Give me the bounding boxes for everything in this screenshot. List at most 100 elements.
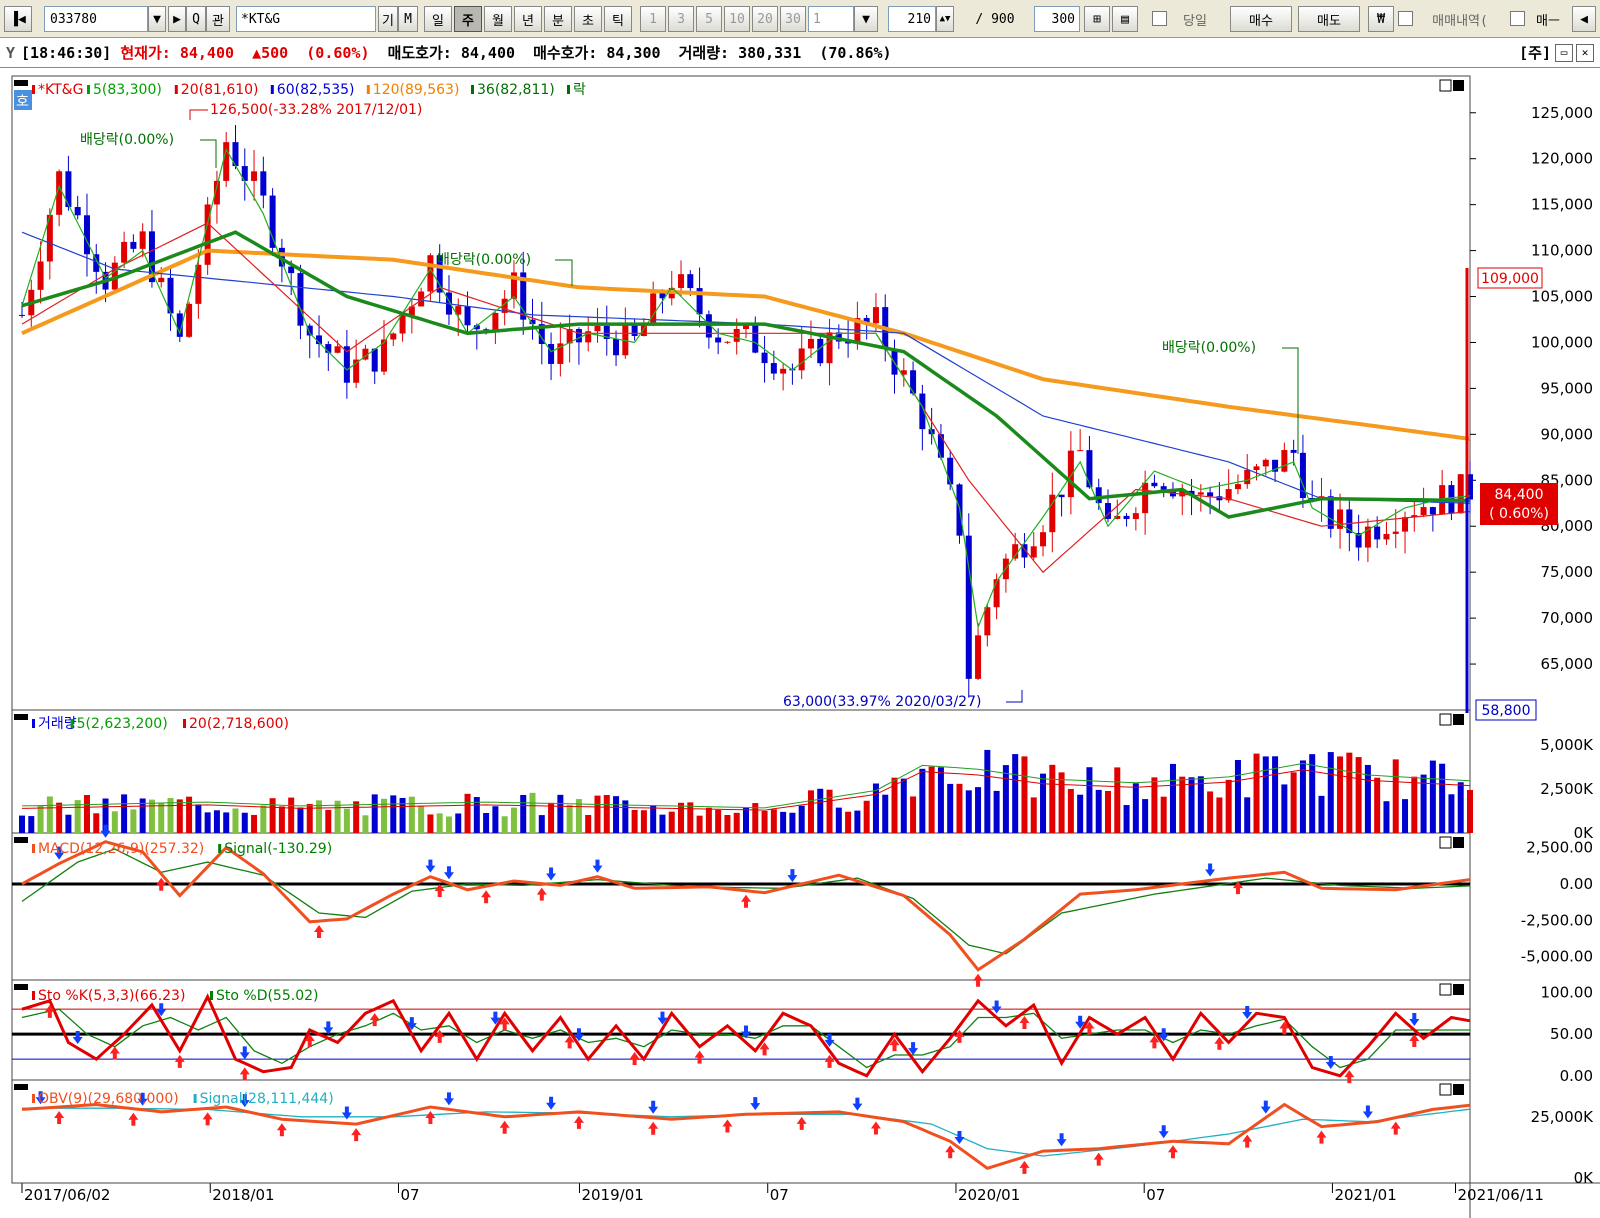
maebu-checkbox[interactable] xyxy=(1510,11,1525,26)
sell-button[interactable]: 매도 xyxy=(1298,6,1360,32)
obv-maximize-icon[interactable] xyxy=(1439,1083,1452,1096)
volume-bar xyxy=(1457,782,1464,833)
count-input[interactable]: 210 xyxy=(888,6,936,32)
volume-bar xyxy=(854,810,861,833)
period-year[interactable]: 년 xyxy=(514,6,542,32)
price-maximize-icon[interactable] xyxy=(1439,79,1452,92)
obv-close-icon[interactable] xyxy=(1453,1084,1464,1095)
period-week[interactable]: 주 xyxy=(454,6,482,32)
volume-bar xyxy=(148,799,155,833)
search-button[interactable]: Q xyxy=(186,6,206,32)
interval-5[interactable]: 5 xyxy=(696,6,722,32)
volume-bar xyxy=(1327,752,1334,833)
volume-bar xyxy=(705,807,712,833)
macd-maximize-icon[interactable] xyxy=(1439,836,1452,849)
macd-pane-handle-icon[interactable] xyxy=(14,837,28,843)
unit-label: [주] xyxy=(1519,44,1551,62)
stock-code-input[interactable]: 033780 xyxy=(44,6,148,32)
pin-icon[interactable]: Y xyxy=(6,44,15,62)
today-checkbox[interactable] xyxy=(1152,11,1167,26)
candle-body xyxy=(743,325,749,329)
candle-body xyxy=(260,171,267,196)
volume-bar xyxy=(798,805,805,833)
quote-time: [18:46:30] xyxy=(21,43,112,62)
candle-body xyxy=(1253,466,1260,470)
volume-bar xyxy=(780,811,787,833)
period-day[interactable]: 일 xyxy=(424,6,452,32)
candle-body xyxy=(1067,450,1074,498)
price-close-icon[interactable] xyxy=(1453,80,1464,91)
volume-bar xyxy=(817,788,824,833)
period-minute[interactable]: 분 xyxy=(544,6,572,32)
visible-count-input[interactable]: 300 xyxy=(1034,6,1080,32)
vol-close-icon[interactable] xyxy=(1453,714,1464,725)
total-label: / 900 xyxy=(975,11,1015,27)
price-legend-swatch xyxy=(87,85,90,94)
volume-bar xyxy=(789,812,796,833)
gwan-button[interactable]: 관 xyxy=(206,6,230,32)
candle-body xyxy=(1207,492,1214,497)
date-tick-label: 07 xyxy=(400,1186,419,1204)
volume-legend-swatch xyxy=(70,719,74,728)
interval-10[interactable]: 10 xyxy=(724,6,750,32)
obv-pane-handle-icon[interactable] xyxy=(14,1084,28,1090)
settings-icon[interactable]: ⊞ xyxy=(1084,6,1110,32)
dividend-annotation: 배당락(0.00%) xyxy=(1162,340,1256,356)
volume-bar xyxy=(863,800,870,833)
ask-label: 매도호가: xyxy=(387,44,452,62)
price-pane-handle-icon[interactable] xyxy=(14,80,28,86)
won-button[interactable]: ₩ xyxy=(1368,6,1394,32)
volume-bar xyxy=(1290,772,1297,833)
macd-close-icon[interactable] xyxy=(1453,837,1464,848)
volume-bar xyxy=(1067,788,1074,833)
trade-history-checkbox[interactable] xyxy=(1398,11,1413,26)
sto-maximize-icon[interactable] xyxy=(1439,983,1452,996)
next-icon[interactable]: ▶ xyxy=(168,6,186,32)
price-tick-label: 70,000 xyxy=(1541,609,1594,627)
volume-bar xyxy=(232,808,239,833)
m-button[interactable]: M xyxy=(398,6,418,32)
close-icon[interactable]: ✕ xyxy=(1576,43,1594,62)
calendar-icon[interactable]: ▤ xyxy=(1112,6,1138,32)
period-month[interactable]: 월 xyxy=(484,6,512,32)
candle-body xyxy=(1429,507,1436,515)
sto-pane-handle-icon[interactable] xyxy=(14,984,28,990)
volume-legend-item: 20(2,718,600) xyxy=(189,716,289,732)
volume-bar xyxy=(585,814,592,833)
expand-icon[interactable]: ◀ xyxy=(1572,6,1596,32)
vol-maximize-icon[interactable] xyxy=(1439,713,1452,726)
date-tick-label: 2020/01 xyxy=(958,1186,1020,1204)
interval-3[interactable]: 3 xyxy=(668,6,694,32)
count-spinner[interactable]: ▲▼ xyxy=(936,6,954,32)
interval-select[interactable]: 1 xyxy=(808,6,854,32)
vol-pane-handle-icon[interactable] xyxy=(14,714,28,720)
first-icon[interactable]: ▐◀ xyxy=(4,6,32,32)
volume-bar xyxy=(1207,791,1214,833)
candle-body xyxy=(492,312,499,331)
interval-30[interactable]: 30 xyxy=(780,6,806,32)
candle-body xyxy=(371,348,378,372)
volume-bar xyxy=(1160,796,1167,833)
interval-dropdown-icon[interactable]: ▼ xyxy=(854,6,878,32)
period-tick[interactable]: 틱 xyxy=(604,6,632,32)
volume-bar xyxy=(260,805,267,833)
volume-bar xyxy=(947,783,954,833)
volume-bar xyxy=(928,766,935,833)
macd-legend-item: MACD(12,26,9)(257.32) xyxy=(38,841,204,857)
candle-body xyxy=(83,215,90,255)
restore-icon[interactable]: ▭ xyxy=(1555,43,1573,62)
dropdown-icon[interactable]: ▼ xyxy=(148,6,166,32)
price-label: 현재가: xyxy=(120,44,171,62)
chart-area[interactable]: 125,000 120,000 115,000 110,000 105,000 100,0… xyxy=(0,68,1600,1218)
macd-tick-label: -5,000.00 xyxy=(1521,948,1593,966)
buy-button[interactable]: 매수 xyxy=(1230,6,1292,32)
volume-bar xyxy=(353,801,360,833)
period-second[interactable]: 초 xyxy=(574,6,602,32)
candle-body xyxy=(678,274,685,288)
gi-button[interactable]: 기 xyxy=(378,6,398,32)
toolbar: ▐◀ 033780 ▼ ▶ Q 관 *KT&G 기 M 일 주 월 년 분 초 … xyxy=(0,0,1600,38)
interval-20[interactable]: 20 xyxy=(752,6,778,32)
stock-name-field[interactable]: *KT&G xyxy=(236,6,376,32)
sto-close-icon[interactable] xyxy=(1453,984,1464,995)
interval-1[interactable]: 1 xyxy=(640,6,666,32)
